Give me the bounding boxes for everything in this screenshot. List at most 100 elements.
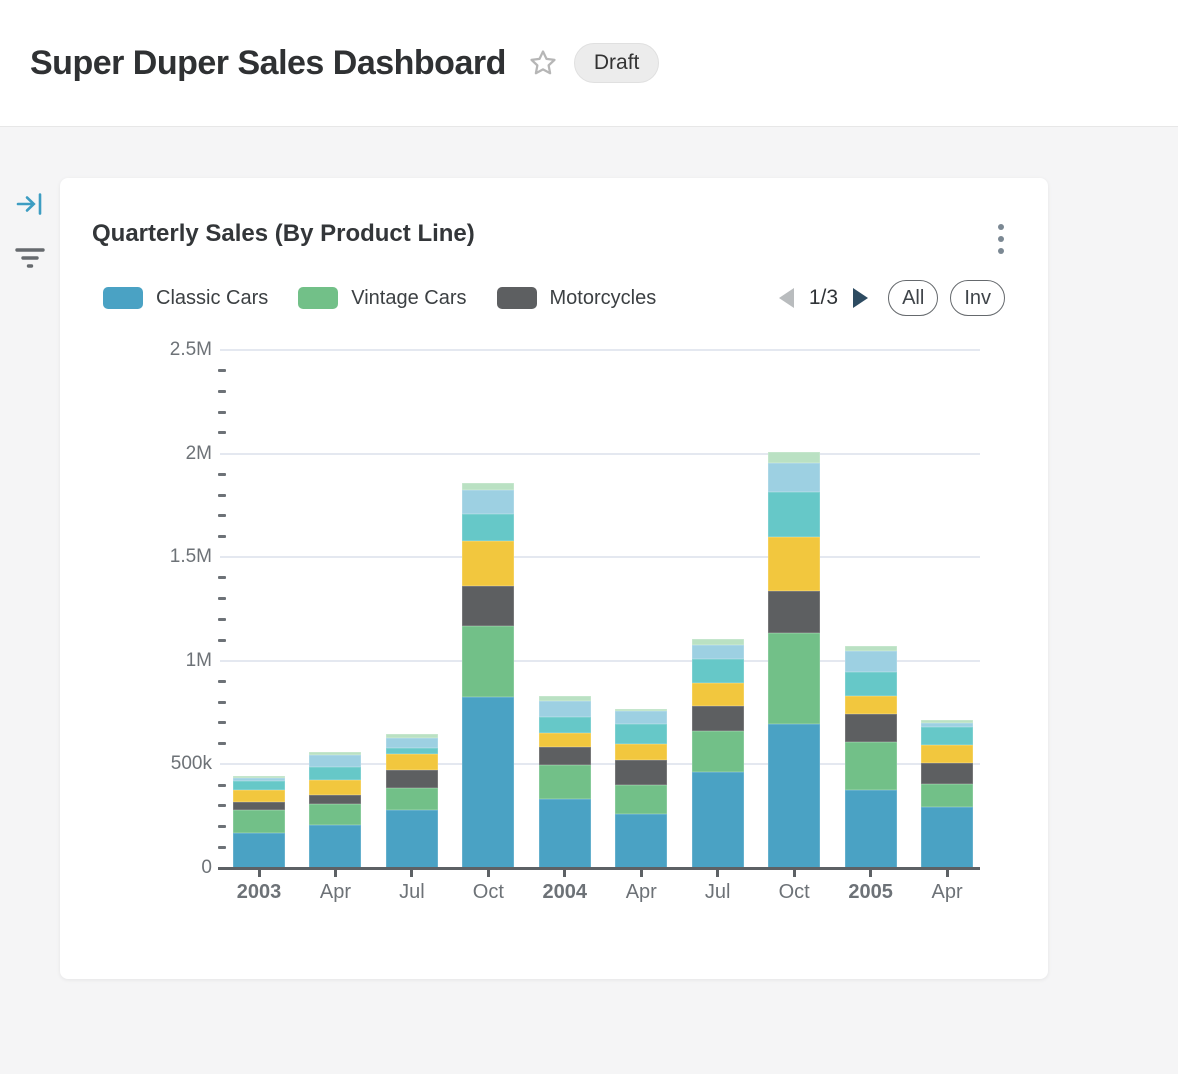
bar-segment-series-6-light-blue-[interactable] [233,778,285,782]
bar-segment-series-6-light-blue-[interactable] [386,738,438,748]
x-axis-line [218,867,980,870]
y-axis-minor-tick [218,680,226,683]
legend-prev-icon[interactable] [779,288,794,308]
bar-segment-series-7-pale-green-[interactable] [309,752,361,755]
bar-segment-series-6-light-blue-[interactable] [692,645,744,659]
x-axis-label: Jul [678,881,758,904]
bar-segment-series-4-yellow-[interactable] [309,780,361,795]
grid-line [220,556,980,558]
bar-segment-series-4-yellow-[interactable] [233,790,285,802]
y-axis-minor-tick [218,473,226,476]
bar-segment-vintage-cars[interactable] [309,804,361,826]
bar-segment-classic-cars[interactable] [462,697,514,868]
bar-segment-motorcycles[interactable] [615,760,667,784]
bar-segment-classic-cars[interactable] [692,772,744,868]
bar-segment-motorcycles[interactable] [539,747,591,765]
bar-segment-series-4-yellow-[interactable] [768,537,820,591]
x-axis-label: Apr [295,881,375,904]
bar-segment-series-5-teal-[interactable] [615,724,667,744]
bar-segment-series-5-teal-[interactable] [462,514,514,541]
bar-segment-series-5-teal-[interactable] [921,727,973,744]
bar-segment-series-7-pale-green-[interactable] [692,639,744,645]
status-badge[interactable]: Draft [574,43,660,83]
bar-segment-vintage-cars[interactable] [692,731,744,772]
bar-segment-series-7-pale-green-[interactable] [462,483,514,490]
bar-segment-series-5-teal-[interactable] [768,492,820,537]
bar-segment-series-6-light-blue-[interactable] [462,490,514,514]
bar-segment-series-5-teal-[interactable] [845,672,897,697]
y-axis-minor-tick [218,618,226,621]
bar-segment-series-7-pale-green-[interactable] [845,646,897,651]
bar-segment-motorcycles[interactable] [768,591,820,633]
bar-segment-series-7-pale-green-[interactable] [768,452,820,464]
bar-segment-series-6-light-blue-[interactable] [309,755,361,767]
bar-segment-motorcycles[interactable] [233,802,285,810]
bar-segment-series-7-pale-green-[interactable] [921,720,973,723]
bar-segment-vintage-cars[interactable] [233,810,285,834]
bar-segment-classic-cars[interactable] [233,833,285,868]
bar-segment-classic-cars[interactable] [386,810,438,868]
legend-next-icon[interactable] [853,288,868,308]
x-axis-label: 2003 [219,881,299,904]
legend-label: Motorcycles [550,287,657,310]
bar-segment-motorcycles[interactable] [692,706,744,732]
bar-segment-series-7-pale-green-[interactable] [615,709,667,711]
bar-segment-classic-cars[interactable] [615,814,667,868]
bar-segment-series-5-teal-[interactable] [692,659,744,683]
bar-segment-vintage-cars[interactable] [539,765,591,799]
bar-segment-series-4-yellow-[interactable] [462,541,514,586]
bar-segment-classic-cars[interactable] [921,807,973,868]
favorite-star-icon[interactable] [528,48,558,78]
bar-segment-series-6-light-blue-[interactable] [768,463,820,491]
bar-segment-motorcycles[interactable] [386,770,438,787]
x-axis-label: 2005 [831,881,911,904]
bar-segment-motorcycles[interactable] [309,795,361,803]
bar-segment-motorcycles[interactable] [462,586,514,626]
bar-segment-vintage-cars[interactable] [845,742,897,790]
legend-swatch [497,287,537,309]
bar-segment-classic-cars[interactable] [768,724,820,868]
bar-segment-vintage-cars[interactable] [921,784,973,807]
bar-segment-vintage-cars[interactable] [462,626,514,697]
bar-segment-motorcycles[interactable] [921,763,973,784]
bar-segment-classic-cars[interactable] [309,825,361,868]
bar-segment-series-4-yellow-[interactable] [845,696,897,714]
bar-segment-series-4-yellow-[interactable] [539,733,591,747]
legend-item-motorcycles[interactable]: Motorcycles [497,287,657,310]
legend-items: Classic Cars Vintage Cars Motorcycles [103,287,656,310]
legend-invert-button[interactable]: Inv [950,280,1005,316]
bar-segment-vintage-cars[interactable] [386,788,438,811]
y-axis-minor-tick [218,494,226,497]
bar-segment-series-7-pale-green-[interactable] [386,734,438,738]
y-axis-label: 2M [116,443,212,465]
kebab-menu-icon[interactable] [990,222,1012,256]
bar-segment-series-7-pale-green-[interactable] [539,696,591,702]
bar-segment-vintage-cars[interactable] [615,785,667,814]
bar-segment-series-4-yellow-[interactable] [921,745,973,763]
bar-segment-series-5-teal-[interactable] [386,748,438,754]
y-axis-minor-tick [218,514,226,517]
bar-segment-series-6-light-blue-[interactable] [615,711,667,724]
bar-segment-series-5-teal-[interactable] [233,781,285,790]
legend-item-vintage-cars[interactable]: Vintage Cars [298,287,466,310]
bar-segment-vintage-cars[interactable] [768,633,820,724]
filter-icon[interactable] [14,244,46,272]
collapse-panel-icon[interactable] [14,190,46,218]
bar-segment-classic-cars[interactable] [539,799,591,868]
bar-segment-classic-cars[interactable] [845,790,897,868]
legend-item-classic-cars[interactable]: Classic Cars [103,287,268,310]
y-axis-minor-tick [218,846,226,849]
bar-segment-series-5-teal-[interactable] [539,717,591,733]
bar-segment-series-7-pale-green-[interactable] [233,776,285,778]
bar-segment-series-4-yellow-[interactable] [692,683,744,706]
bar-segment-series-6-light-blue-[interactable] [845,651,897,672]
bar-segment-series-4-yellow-[interactable] [615,744,667,761]
y-axis-minor-tick [218,639,226,642]
bar-segment-series-6-light-blue-[interactable] [539,701,591,717]
bar-segment-motorcycles[interactable] [845,714,897,742]
bar-segment-series-5-teal-[interactable] [309,767,361,780]
page-title: Super Duper Sales Dashboard [30,44,506,83]
legend-select-all-button[interactable]: All [888,280,938,316]
bar-segment-series-6-light-blue-[interactable] [921,723,973,727]
bar-segment-series-4-yellow-[interactable] [386,754,438,771]
